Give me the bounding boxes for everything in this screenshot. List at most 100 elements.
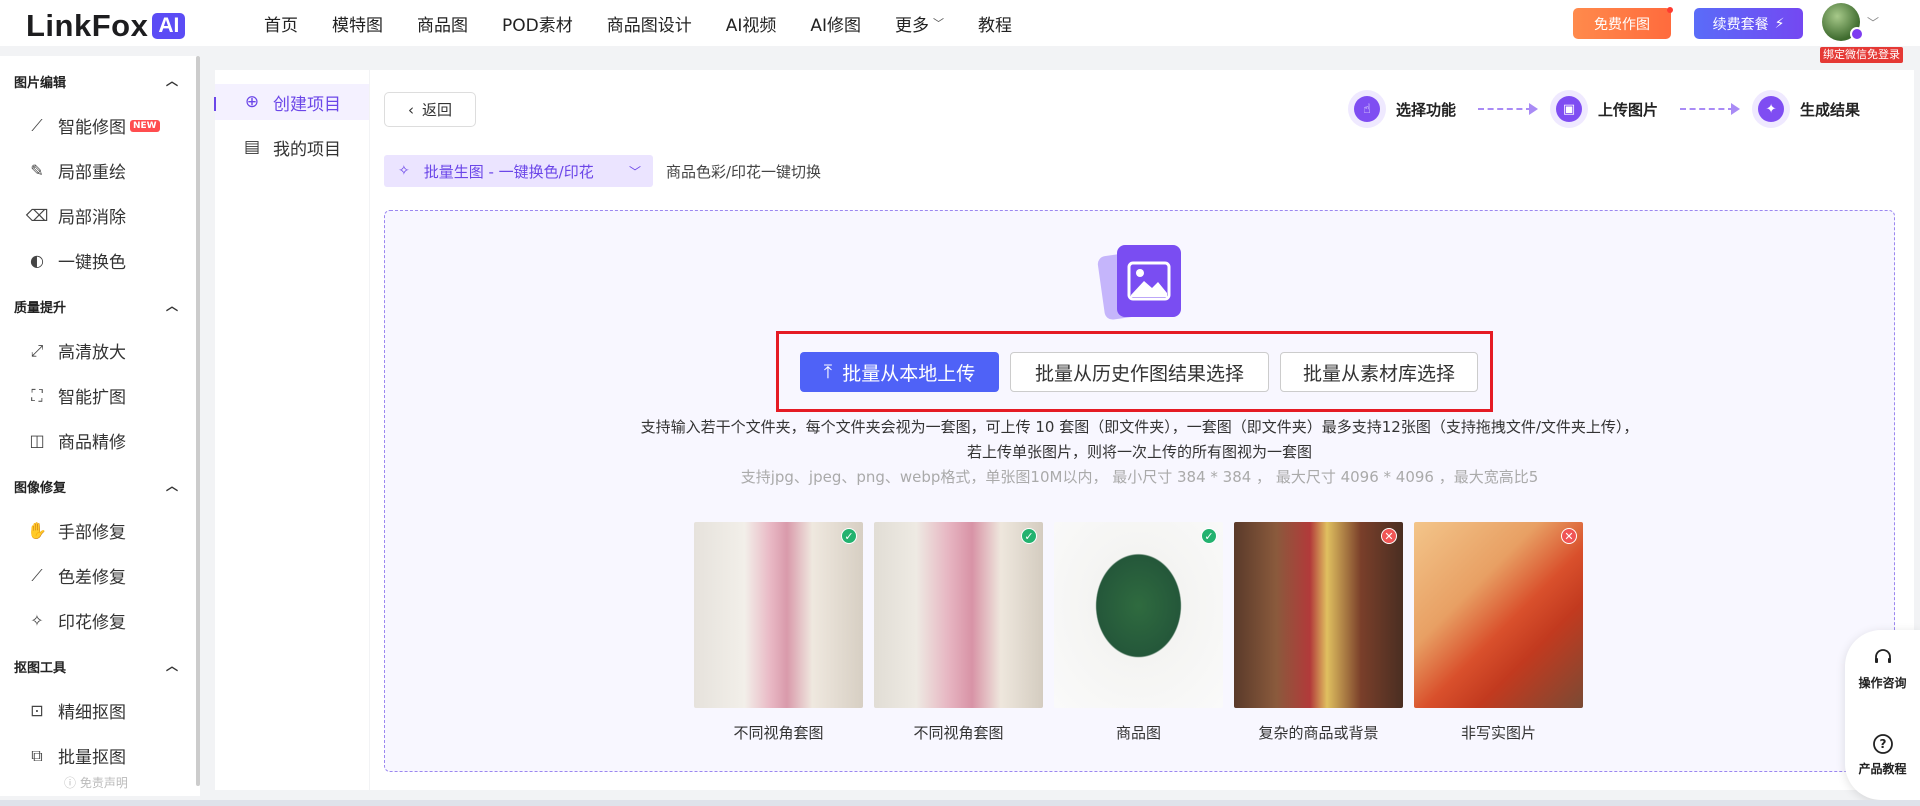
sidebar-item-label: 商品精修 <box>58 433 126 453</box>
clipboard-icon: ▤ <box>243 137 261 157</box>
check-icon: ✓ <box>841 528 857 544</box>
dropper-icon: ⟋ <box>31 565 43 585</box>
step-arrow <box>1478 103 1539 115</box>
sample-image-painting: ✕ <box>1414 522 1583 708</box>
sidebar-item-smart-retouch[interactable]: ⟋ 智能修图 NEW <box>28 113 160 138</box>
project-panel: ⊕ 创建项目 ▤ 我的项目 <box>215 70 369 790</box>
section-repair[interactable]: 图像修复 ︿ <box>14 477 178 496</box>
step-select-function: ☝ 选择功能 <box>1348 90 1456 128</box>
upload-hint-2: 若上传单张图片，则将一次上传的所有图视为一套图 <box>966 443 1312 461</box>
recolor-icon: ◐ <box>30 251 44 270</box>
magic-wand-icon: ⟋ <box>31 115 43 135</box>
sidebar-item-upscale[interactable]: ⤢ 高清放大 <box>28 338 126 364</box>
back-label: 返回 <box>421 101 452 119</box>
notification-dot <box>1667 7 1673 13</box>
upscale-icon: ⤢ <box>30 340 44 360</box>
upload-local-label: 批量从本地上传 <box>842 362 976 385</box>
sidebar-item-label: 局部消除 <box>58 208 126 228</box>
chevron-up-icon: ︿ <box>165 299 178 313</box>
svg-text:?: ? <box>1879 737 1886 751</box>
upload-image-icon <box>1096 245 1185 321</box>
sidebar-item-fine-cutout[interactable]: ⊡ 精细抠图 <box>28 698 126 723</box>
disclaimer-link[interactable]: ⓘ 免责声明 <box>64 774 128 791</box>
wechat-bind-tag[interactable]: 绑定微信免登录 <box>1820 47 1903 63</box>
sample-item: ✓ 商品图 <box>1054 522 1223 743</box>
renew-plan-button[interactable]: 续费套餐 ⚡ <box>1694 8 1803 39</box>
nav-product[interactable]: 商品图 <box>417 11 468 36</box>
batch-cutout-icon: ⧉ <box>31 745 43 765</box>
nav-more[interactable]: 更多 ﹀ <box>895 11 944 36</box>
tutorial-button[interactable]: ? 产品教程 <box>1845 732 1920 777</box>
nav-ai-retouch[interactable]: AI修图 <box>810 11 861 36</box>
nav-model[interactable]: 模特图 <box>332 11 383 36</box>
sidebar-item-partial-erase[interactable]: ⌫ 局部消除 <box>26 203 126 228</box>
cutout-icon: ⊡ <box>30 701 44 720</box>
chevron-down-icon[interactable]: ﹀ <box>1867 14 1879 31</box>
sidebar-item-color-fix[interactable]: ⟋ 色差修复 <box>28 563 126 589</box>
sidebar-item-label: 局部重绘 <box>58 163 126 183</box>
consult-button[interactable]: 操作咨询 <box>1845 646 1920 691</box>
bottom-scrollbar[interactable] <box>0 800 1920 806</box>
sample-item: ✓ 不同视角套图 <box>874 522 1043 743</box>
check-icon: ✓ <box>1201 528 1217 544</box>
step-label: 上传图片 <box>1598 100 1659 119</box>
headset-icon <box>1871 646 1895 670</box>
sparkle-icon: ✧ <box>30 611 44 630</box>
nav-home[interactable]: 首页 <box>264 11 298 36</box>
function-select[interactable]: ✧ 批量生图 - 一键换色/印花 ﹀ <box>384 155 653 187</box>
sidebar-item-hand-fix[interactable]: ✋ 手部修复 <box>27 518 126 543</box>
sidebar-item-expand[interactable]: ⛶ 智能扩图 <box>28 383 126 409</box>
step-upload: ▣ 上传图片 <box>1550 90 1658 128</box>
step-label: 生成结果 <box>1800 100 1861 119</box>
my-projects-item[interactable]: ▤ 我的项目 <box>215 129 369 165</box>
sidebar-item-label: 高清放大 <box>58 343 126 363</box>
upload-history-button[interactable]: 批量从历史作图结果选择 <box>1010 352 1269 392</box>
nav-pod[interactable]: POD素材 <box>502 11 573 36</box>
sample-item: ✓ 不同视角套图 <box>694 522 863 743</box>
upload-local-button[interactable]: ⤒ 批量从本地上传 <box>800 352 999 392</box>
upload-icon: ⤒ <box>823 361 833 383</box>
sidebar-item-recolor[interactable]: ◐ 一键换色 <box>28 248 126 273</box>
chevron-up-icon: ︿ <box>165 479 178 493</box>
lightning-icon: ⚡ <box>1774 15 1785 32</box>
nav-product-design[interactable]: 商品图设计 <box>607 11 692 36</box>
sample-label: 不同视角套图 <box>913 724 1004 742</box>
section-title: 图像修复 <box>14 481 67 496</box>
back-button[interactable]: ‹ 返回 <box>384 92 476 127</box>
section-image-edit[interactable]: 图片编辑 ︿ <box>14 72 178 91</box>
nav-tutorial[interactable]: 教程 <box>978 11 1012 36</box>
function-description: 商品色彩/印花一键切换 <box>666 163 822 181</box>
step-circle: ▣ <box>1550 90 1589 128</box>
sparkle-icon: ✧ <box>398 163 410 179</box>
sidebar-item-print-fix[interactable]: ✧ 印花修复 <box>28 608 126 633</box>
new-badge: NEW <box>130 119 160 132</box>
logo[interactable]: LinkFox AI <box>26 8 186 44</box>
pointer-icon: ☝ <box>1354 96 1380 122</box>
free-create-button[interactable]: 免费作图 <box>1573 8 1671 39</box>
nav-more-label: 更多 <box>895 15 930 36</box>
sidebar-scrollbar[interactable] <box>196 56 200 786</box>
tutorial-label: 产品教程 <box>1858 762 1907 776</box>
step-arrow <box>1680 103 1741 115</box>
sidebar-item-partial-redraw[interactable]: ✎ 局部重绘 <box>28 158 126 183</box>
section-cutout[interactable]: 抠图工具 ︿ <box>14 657 178 676</box>
consult-label: 操作咨询 <box>1858 676 1907 690</box>
close-icon: ✕ <box>1381 528 1397 544</box>
sample-label: 商品图 <box>1115 724 1161 742</box>
create-project-item[interactable]: ⊕ 创建项目 <box>215 84 369 120</box>
section-quality[interactable]: 质量提升 ︿ <box>14 297 178 316</box>
step-result: ✦ 生成结果 <box>1752 90 1860 128</box>
sidebar-item-label: 精细抠图 <box>58 703 126 723</box>
question-icon: ? <box>1871 732 1895 756</box>
image-card-front <box>1117 245 1181 317</box>
sidebar-item-refine[interactable]: ◫ 商品精修 <box>28 428 126 453</box>
expand-icon: ⛶ <box>31 385 43 405</box>
upload-library-button[interactable]: 批量从素材库选择 <box>1280 352 1478 392</box>
main-nav: 首页 模特图 商品图 POD素材 商品图设计 AI视频 AI修图 更多 ﹀ 教程 <box>264 0 1046 46</box>
upload-image-icon: ▣ <box>1556 96 1583 122</box>
sidebar-item-batch-cutout[interactable]: ⧉ 批量抠图 <box>28 743 126 769</box>
sidebar-item-label: 智能扩图 <box>58 388 126 408</box>
create-project-label: 创建项目 <box>273 94 341 115</box>
disclaimer-label: 免责声明 <box>79 776 128 790</box>
nav-ai-video[interactable]: AI视频 <box>726 11 777 36</box>
